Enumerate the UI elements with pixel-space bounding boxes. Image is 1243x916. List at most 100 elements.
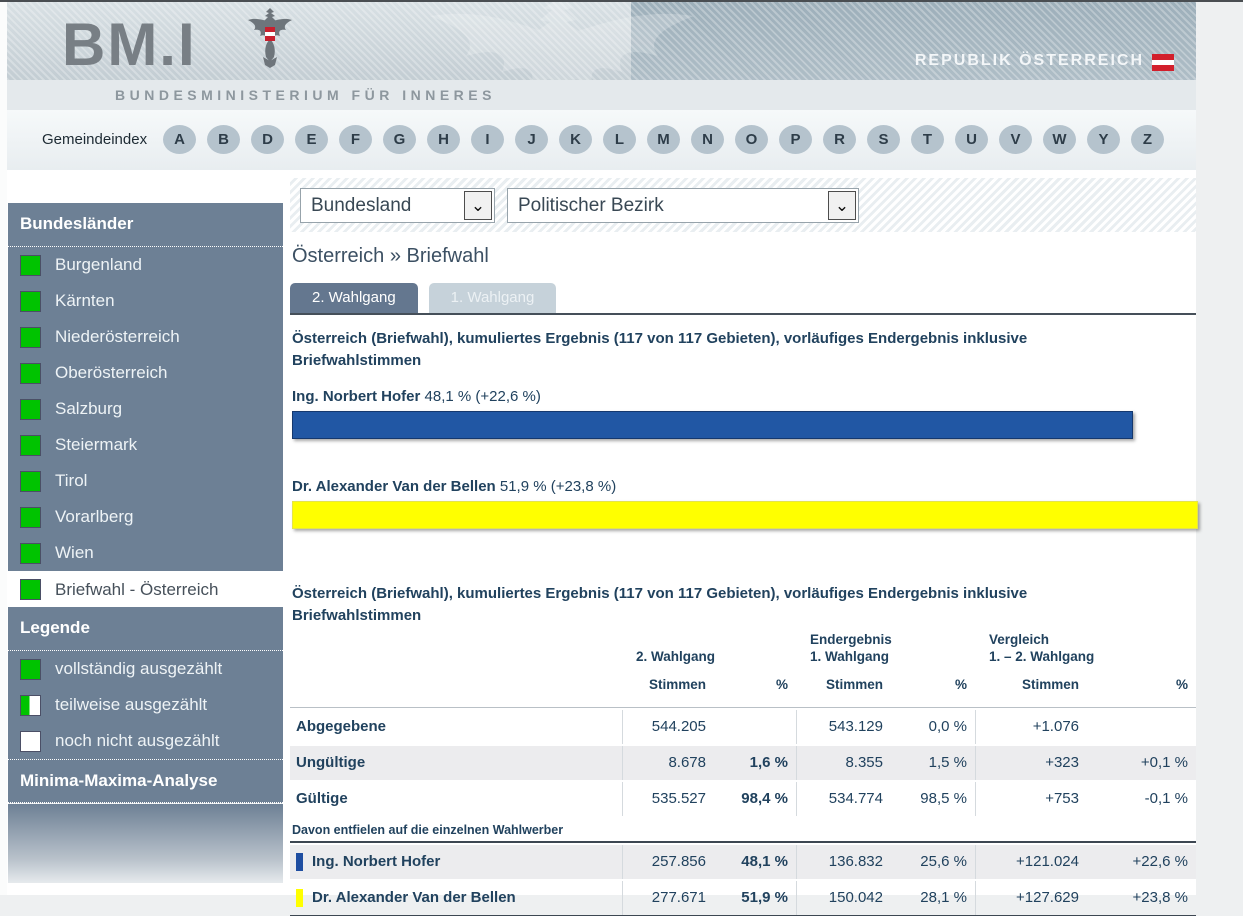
table-cell: 150.042	[796, 881, 891, 915]
counted-square-icon	[20, 399, 41, 420]
chevron-down-icon[interactable]: ⌄	[828, 191, 856, 220]
table-cell: 48,1 %	[714, 845, 796, 879]
table-cell	[1087, 710, 1196, 744]
tab-divider	[290, 313, 1196, 315]
bundesland-select[interactable]: Bundesland ⌄	[300, 188, 495, 223]
table-cell: 535.527	[622, 782, 714, 816]
table-cell: 277.671	[622, 881, 714, 915]
table-cell: -0,1 %	[1087, 782, 1196, 816]
bmi-logo: BM.I	[62, 10, 197, 79]
sidebar-item[interactable]: Burgenland	[8, 247, 283, 283]
letter-button-S[interactable]: S	[867, 125, 900, 154]
row-label-text: Gültige	[296, 782, 348, 816]
letter-button-L[interactable]: L	[603, 125, 636, 154]
sidebar-item-label: Wien	[55, 543, 94, 563]
sidebar-item[interactable]: Niederösterreich	[8, 319, 283, 355]
table-cell: 136.832	[796, 845, 891, 879]
results-table: 2. Wahlgang Endergebnis 1. Wahlgang Verg…	[290, 631, 1196, 916]
sidebar-item-label: Briefwahl - Österreich	[55, 580, 218, 600]
counted-square-icon	[20, 507, 41, 528]
letter-button-D[interactable]: D	[251, 125, 284, 154]
candidate-stats: 51,9 % (+23,8 %)	[500, 478, 616, 495]
table-cell: 98,4 %	[714, 782, 796, 816]
sidebar-item-label: Oberösterreich	[55, 363, 167, 383]
gemeindeindex-label: Gemeindeindex	[42, 131, 147, 148]
table-section-row: Davon entfielen auf die einzelnen Wahlwe…	[290, 816, 1196, 843]
row-label-text: Dr. Alexander Van der Bellen	[312, 881, 516, 915]
letter-button-N[interactable]: N	[691, 125, 724, 154]
tab-2-wahlgang[interactable]: 2. Wahlgang	[290, 283, 418, 313]
candidate-color-marker	[296, 853, 303, 871]
table-cell: 544.205	[622, 710, 714, 744]
breadcrumb-current: Briefwahl	[407, 245, 489, 267]
letter-button-T[interactable]: T	[911, 125, 944, 154]
result-bar-hofer	[292, 411, 1133, 439]
sidebar-item-label: Salzburg	[55, 399, 122, 419]
letter-button-U[interactable]: U	[955, 125, 988, 154]
row-label: Ing. Norbert Hofer	[290, 845, 622, 879]
letter-button-K[interactable]: K	[559, 125, 592, 154]
sidebar-item[interactable]: Kärnten	[8, 283, 283, 319]
col-header-pct: %	[714, 665, 796, 707]
table-cell: +323	[975, 746, 1087, 780]
letter-button-W[interactable]: W	[1043, 125, 1076, 154]
ministry-label: BUNDESMINISTERIUM FÜR INNERES	[115, 87, 496, 103]
bezirk-select-value: Politischer Bezirk	[508, 195, 826, 217]
table-cell: +22,6 %	[1087, 845, 1196, 879]
table-cell: 8.355	[796, 746, 891, 780]
letter-button-J[interactable]: J	[515, 125, 548, 154]
letter-button-I[interactable]: I	[471, 125, 504, 154]
letter-button-A[interactable]: A	[163, 125, 196, 154]
row-label: Gültige	[290, 782, 622, 816]
sidebar-item-minima-maxima[interactable]: Minima-Maxima-Analyse	[8, 759, 283, 803]
sidebar-title-bundeslaender: Bundesländer	[8, 203, 283, 247]
sidebar-item-label: Vorarlberg	[55, 507, 133, 527]
col-header-stimmen: Stimmen	[796, 665, 891, 707]
sidebar-item[interactable]: Steiermark	[8, 427, 283, 463]
table-cell	[714, 710, 796, 744]
table-group-header: 2. Wahlgang Endergebnis 1. Wahlgang Verg…	[290, 631, 1196, 665]
austria-flag-icon	[1152, 54, 1174, 71]
sidebar-item[interactable]: Wien	[8, 535, 283, 571]
letter-button-Z[interactable]: Z	[1131, 125, 1164, 154]
bezirk-select[interactable]: Politischer Bezirk ⌄	[507, 188, 859, 223]
counted-square-icon	[20, 291, 41, 312]
breadcrumb: Österreich » Briefwahl	[292, 245, 489, 268]
letter-button-E[interactable]: E	[295, 125, 328, 154]
sidebar-item[interactable]: Vorarlberg	[8, 499, 283, 535]
table-cell: 1,6 %	[714, 746, 796, 780]
breadcrumb-root[interactable]: Österreich	[292, 245, 384, 267]
state-list: BurgenlandKärntenNiederösterreich Oberöst…	[8, 247, 283, 571]
letter-button-G[interactable]: G	[383, 125, 416, 154]
tab-1-wahlgang[interactable]: 1. Wahlgang	[429, 283, 557, 313]
letter-button-P[interactable]: P	[779, 125, 812, 154]
letter-button-H[interactable]: H	[427, 125, 460, 154]
republic-label: REPUBLIK ÖSTERREICH	[915, 52, 1144, 70]
letter-button-Y[interactable]: Y	[1087, 125, 1120, 154]
letter-button-B[interactable]: B	[207, 125, 240, 154]
sidebar-item[interactable]: Tirol	[8, 463, 283, 499]
page-left-margin	[0, 2, 7, 895]
column-group-endergebnis: Endergebnis 1. Wahlgang	[796, 631, 975, 665]
result-title: Österreich (Briefwahl), kumuliertes Erge…	[292, 328, 1097, 372]
bundesland-select-value: Bundesland	[301, 195, 462, 217]
row-label: Ungültige	[290, 746, 622, 780]
col-header-pct: %	[891, 665, 975, 707]
letter-button-V[interactable]: V	[999, 125, 1032, 154]
letter-button-M[interactable]: M	[647, 125, 680, 154]
col-header-stimmen: Stimmen	[975, 665, 1087, 707]
table-cell: 543.129	[796, 710, 891, 744]
table-row: Abgegebene544.205543.1290,0 %+1.076	[290, 708, 1196, 744]
counted-square-icon	[20, 327, 41, 348]
letter-button-F[interactable]: F	[339, 125, 372, 154]
sidebar-item[interactable]: Oberösterreich	[8, 355, 283, 391]
sidebar-item-briefwahl[interactable]: Briefwahl - Österreich	[8, 571, 283, 607]
letter-button-O[interactable]: O	[735, 125, 768, 154]
table-cell: 8.678	[622, 746, 714, 780]
letter-button-R[interactable]: R	[823, 125, 856, 154]
table-body: Abgegebene544.205543.1290,0 %+1.076Ungül…	[290, 708, 1196, 915]
filter-bar: Bundesland ⌄ Politischer Bezirk ⌄	[290, 178, 1196, 232]
chevron-down-icon[interactable]: ⌄	[464, 191, 492, 220]
sidebar-item[interactable]: Salzburg	[8, 391, 283, 427]
table-cell: +23,8 %	[1087, 881, 1196, 915]
